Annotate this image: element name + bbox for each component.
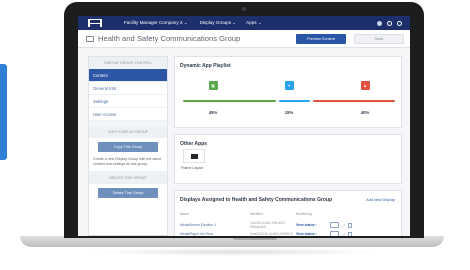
- company-menu[interactable]: Facility Manager Company 3 ⌄: [124, 20, 188, 26]
- laptop-shadow: [90, 248, 380, 256]
- company-logo[interactable]: [88, 19, 102, 27]
- table-row[interactable]: MediaScreen Elevator 1 1ba76b1c4b1-996-6…: [180, 221, 396, 229]
- sidebar-section-copy: Copy Display Group: [89, 126, 167, 138]
- percent-2: 15%: [284, 110, 294, 115]
- add-new-display-link[interactable]: Add New Display: [366, 198, 395, 202]
- view-status-link[interactable]: View status ›: [296, 232, 330, 236]
- dynamic-app-playlist-card: Dynamic App Playlist ▦ ✦ ▲ 45% 15% 40%: [174, 56, 402, 128]
- progress-segment-1[interactable]: [183, 100, 276, 102]
- notification-icon[interactable]: [377, 20, 382, 26]
- playlist-percentages: 45% 15% 40%: [175, 110, 403, 115]
- expand-icon[interactable]: ⤢: [342, 232, 345, 237]
- sidebar: Display Group Control Content General In…: [88, 56, 168, 236]
- screen-icon[interactable]: [330, 222, 339, 228]
- app-screen: Facility Manager Company 3 ⌄ Display Gro…: [78, 16, 410, 236]
- frame-layout-tile[interactable]: [183, 149, 205, 163]
- camera-dot: [242, 7, 246, 11]
- laptop-mockup: Facility Manager Company 3 ⌄ Display Gro…: [0, 0, 470, 270]
- assigned-displays-card: Displays Assigned to Health and Safety C…: [174, 190, 402, 236]
- row-name[interactable]: MediaPlayer 4th Floor: [180, 232, 250, 236]
- trash-icon[interactable]: [348, 222, 353, 228]
- top-navigation-bar: Facility Manager Company 3 ⌄ Display Gro…: [78, 16, 410, 30]
- col-name: Name: [180, 212, 190, 216]
- table-header: Name Identifier Monitoring: [180, 212, 396, 216]
- sidebar-section-delete: Delete This Group: [89, 172, 167, 184]
- percent-1: 45%: [208, 110, 218, 115]
- col-identifier: Identifier: [250, 212, 264, 216]
- user-avatar-icon[interactable]: [397, 20, 402, 26]
- frame-layout-label: Frame Layout: [181, 166, 204, 170]
- spreadsheet-icon[interactable]: ▦: [208, 81, 218, 90]
- apps-menu[interactable]: Apps ⌄: [246, 20, 262, 26]
- view-status-link[interactable]: View status ›: [296, 223, 330, 227]
- trash-icon[interactable]: [348, 231, 353, 236]
- col-monitoring: Monitoring: [296, 212, 312, 216]
- progress-segment-2[interactable]: [278, 100, 310, 102]
- row-actions: ⤢: [330, 231, 353, 237]
- playlist-apps: ▦ ✦ ▲: [175, 75, 403, 95]
- delete-group-button[interactable]: Delete This Group: [98, 188, 158, 198]
- display-groups-menu[interactable]: Display Groups ⌄: [200, 20, 237, 26]
- row-identifier: 1ba76b1c4b1-996-6f22-f99aab4b6: [250, 221, 287, 229]
- twitter-icon[interactable]: ✦: [284, 81, 294, 90]
- top-icons: [377, 20, 402, 26]
- sidebar-item-settings[interactable]: Settings: [89, 95, 167, 108]
- screen-icon[interactable]: [330, 231, 339, 236]
- sidebar-item-general-info[interactable]: General Info: [89, 82, 167, 95]
- main-content: Dynamic App Playlist ▦ ✦ ▲ 45% 15% 40% O…: [174, 56, 402, 236]
- percent-3: 40%: [360, 110, 370, 115]
- laptop-bezel: Facility Manager Company 3 ⌄ Display Gro…: [64, 2, 424, 238]
- copy-group-button[interactable]: Copy This Group: [98, 142, 158, 152]
- frame-layout-icon: [190, 153, 198, 159]
- other-apps-card: Other Apps Frame Layout: [174, 134, 402, 184]
- sidebar-section-control: Display Group Control: [89, 57, 167, 69]
- progress-segment-3[interactable]: [312, 100, 396, 102]
- preview-content-button[interactable]: Preview Content: [296, 34, 346, 44]
- page-header: Health and Safety Communications Group P…: [78, 30, 410, 48]
- row-actions: ⤢: [330, 222, 353, 228]
- other-apps-title: Other Apps: [180, 141, 208, 147]
- expand-icon[interactable]: ⤢: [342, 223, 345, 228]
- help-icon[interactable]: [387, 20, 392, 26]
- table-row[interactable]: MediaPlayer 4th Floor 3aa00f223b-4c4bf1-…: [180, 231, 396, 236]
- side-accent-tab: [0, 64, 7, 160]
- photo-icon[interactable]: ▲: [360, 81, 370, 90]
- playlist-progress-bar[interactable]: [183, 100, 396, 102]
- sidebar-item-content[interactable]: Content: [89, 69, 167, 82]
- monitor-icon: [86, 35, 94, 42]
- row-identifier: 3aa00f223b-4c4bf1-06f9f1f2: [250, 232, 293, 236]
- save-button[interactable]: Save: [354, 34, 404, 44]
- row-name[interactable]: MediaScreen Elevator 1: [180, 223, 250, 227]
- page-title: Health and Safety Communications Group: [98, 34, 241, 43]
- copy-group-description: Create a new Display Group with the same…: [89, 155, 167, 172]
- sidebar-item-user-access[interactable]: User Access: [89, 108, 167, 121]
- playlist-title: Dynamic App Playlist: [180, 63, 231, 69]
